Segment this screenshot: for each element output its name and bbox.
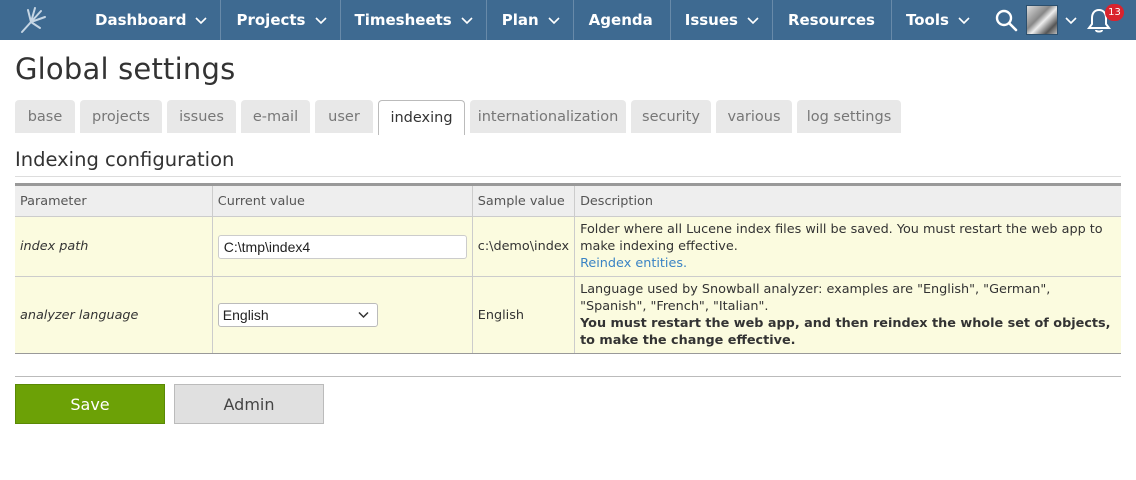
- nav-dashboard[interactable]: Dashboard: [88, 0, 222, 40]
- notification-count-badge: 13: [1105, 4, 1124, 21]
- header-description: Description: [574, 184, 1121, 217]
- user-avatar[interactable]: [1026, 5, 1058, 35]
- description-index-path: Folder where all Lucene index files will…: [574, 216, 1121, 277]
- chevron-down-icon[interactable]: [1065, 14, 1077, 26]
- nav-label: Projects: [236, 11, 306, 29]
- value-cell-analyzer-language: English: [211, 276, 473, 354]
- tab-issues[interactable]: issues: [167, 100, 236, 133]
- nav-agenda[interactable]: Agenda: [574, 0, 671, 40]
- description-text: Folder where all Lucene index files will…: [580, 222, 1103, 254]
- indexing-config-table: Parameter Current value Sample value Des…: [15, 183, 1121, 354]
- tab-user[interactable]: user: [315, 100, 373, 133]
- restart-note: You must restart the web app, and then r…: [580, 316, 1111, 348]
- nav-label: Plan: [501, 11, 539, 29]
- main-nav: Dashboard Projects Timesheets Plan Agend…: [88, 0, 983, 40]
- hand-logo-icon: [21, 7, 46, 33]
- chevron-down-icon: [747, 17, 759, 25]
- section-title: Indexing configuration: [15, 148, 235, 171]
- chevron-down-icon: [314, 17, 327, 25]
- chevron-down-icon: [195, 17, 208, 25]
- top-navigation-bar: Dashboard Projects Timesheets Plan Agend…: [0, 0, 1136, 40]
- settings-tabs: base projects issues e-mail user indexin…: [15, 100, 906, 135]
- description-text: Language used by Snowball analyzer: exam…: [580, 282, 1051, 314]
- nav-label: Timesheets: [354, 11, 452, 29]
- table-row-index-path: index path c:\demo\index Folder where al…: [15, 216, 1121, 277]
- nav-projects[interactable]: Projects: [221, 0, 341, 40]
- table-row-analyzer-language: analyzer language English English Langua…: [15, 276, 1121, 354]
- save-button[interactable]: Save: [15, 384, 165, 424]
- nav-label: Agenda: [588, 11, 653, 29]
- header-parameter: Parameter: [15, 184, 213, 217]
- nav-label: Tools: [905, 11, 949, 29]
- nav-issues[interactable]: Issues: [671, 0, 773, 40]
- sample-analyzer-language: English: [471, 276, 575, 354]
- section-divider: [15, 176, 1121, 177]
- table-header-row: Parameter Current value Sample value Des…: [15, 184, 1121, 217]
- tab-projects[interactable]: projects: [80, 100, 162, 133]
- tab-log-settings[interactable]: log settings: [797, 100, 901, 133]
- nav-tools[interactable]: Tools: [892, 0, 983, 40]
- reindex-entities-link[interactable]: Reindex entities.: [580, 255, 1116, 272]
- bottom-divider: [15, 376, 1121, 377]
- app-logo[interactable]: [0, 0, 88, 40]
- param-index-path: index path: [15, 216, 213, 277]
- chevron-down-icon: [958, 17, 970, 25]
- header-current-value: Current value: [211, 184, 473, 217]
- tab-e-mail[interactable]: e-mail: [241, 100, 310, 133]
- nav-resources[interactable]: Resources: [773, 0, 892, 40]
- nav-label: Issues: [684, 11, 738, 29]
- chevron-down-icon: [358, 311, 369, 319]
- description-analyzer-language: Language used by Snowball analyzer: exam…: [574, 276, 1121, 354]
- tab-base[interactable]: base: [15, 100, 75, 133]
- nav-label: Dashboard: [95, 11, 187, 29]
- sample-index-path: c:\demo\index: [471, 216, 575, 277]
- chevron-down-icon: [461, 17, 473, 25]
- param-analyzer-language: analyzer language: [15, 276, 213, 354]
- page-title: Global settings: [15, 52, 236, 86]
- chevron-down-icon: [548, 17, 560, 25]
- search-icon[interactable]: [994, 8, 1018, 32]
- select-value: English: [222, 306, 269, 323]
- header-sample-value: Sample value: [471, 184, 575, 217]
- tab-various[interactable]: various: [716, 100, 792, 133]
- analyzer-language-select[interactable]: English: [217, 303, 378, 327]
- tab-security[interactable]: security: [631, 100, 711, 133]
- admin-button[interactable]: Admin: [174, 384, 324, 424]
- nav-plan[interactable]: Plan: [487, 0, 574, 40]
- value-cell-index-path: [211, 216, 473, 277]
- index-path-input[interactable]: [217, 234, 467, 259]
- nav-label: Resources: [787, 11, 875, 29]
- nav-timesheets[interactable]: Timesheets: [341, 0, 487, 40]
- tab-indexing[interactable]: indexing: [378, 100, 465, 135]
- tab-internationalization[interactable]: internationalization: [470, 100, 626, 133]
